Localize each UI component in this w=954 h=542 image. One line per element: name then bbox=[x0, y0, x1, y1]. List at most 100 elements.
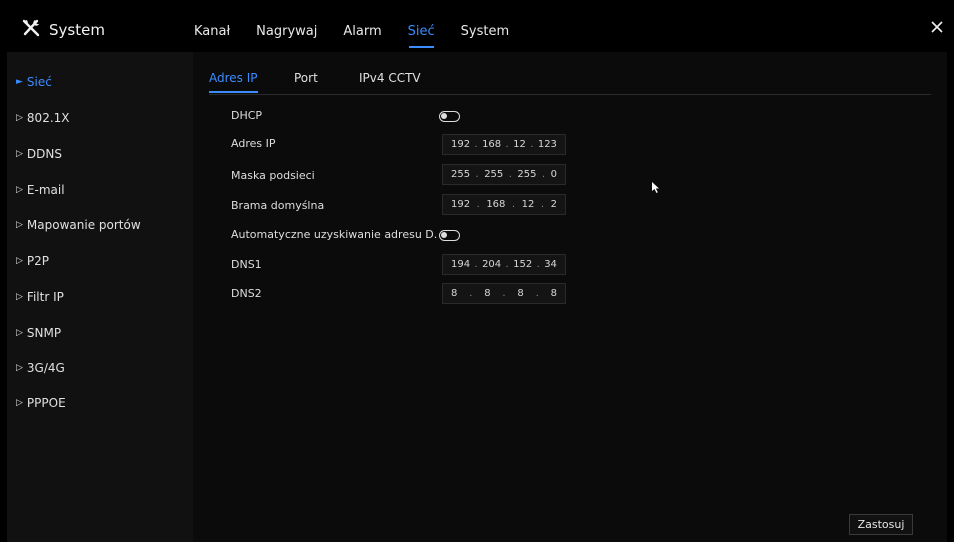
octet-dot: . bbox=[502, 288, 506, 299]
octet-1: 8 bbox=[451, 288, 458, 299]
sidebar-item-label: P2P bbox=[26, 254, 50, 268]
sidebar-item-label: SNMP bbox=[26, 326, 62, 340]
tab-kanal[interactable]: Kanał bbox=[194, 7, 230, 52]
octet-3: 12 bbox=[521, 199, 535, 210]
octet-2: 168 bbox=[482, 139, 502, 150]
mouse-cursor-icon bbox=[652, 178, 660, 197]
sidebar-item-p2p[interactable]: ▷ P2P bbox=[16, 251, 49, 271]
gateway-label: Brama domyślna bbox=[231, 199, 325, 212]
octet-4: 8 bbox=[550, 288, 557, 299]
octet-dot: . bbox=[475, 169, 479, 180]
triangle-right-icon: ▷ bbox=[16, 328, 23, 338]
octet-2: 255 bbox=[484, 169, 504, 180]
tab-system[interactable]: System bbox=[461, 7, 509, 52]
subnet-mask-label: Maska podsieci bbox=[231, 169, 315, 182]
octet-1: 192 bbox=[451, 199, 471, 210]
octet-3: 255 bbox=[517, 169, 537, 180]
octet-dot: . bbox=[541, 169, 546, 180]
sidebar-item-label: PPPOE bbox=[26, 396, 66, 410]
auto-dns-toggle[interactable] bbox=[439, 230, 460, 241]
octet-dot: . bbox=[474, 139, 478, 150]
apply-button[interactable]: Zastosuj bbox=[849, 514, 913, 535]
octet-1: 255 bbox=[451, 169, 471, 180]
sidebar-item-8021x[interactable]: ▷ 802.1X bbox=[16, 108, 70, 128]
toggle-knob bbox=[441, 113, 447, 119]
octet-dot: . bbox=[535, 288, 539, 299]
app-title: System bbox=[49, 21, 105, 39]
triangle-right-icon: ▷ bbox=[16, 292, 23, 302]
dns1-label: DNS1 bbox=[231, 258, 262, 271]
octet-3: 8 bbox=[517, 288, 524, 299]
triangle-right-icon: ▷ bbox=[16, 363, 23, 373]
sidebar-item-siec[interactable]: ► Sieć bbox=[16, 72, 52, 92]
subtab-bar: Adres IP Port IPv4 CCTV bbox=[209, 71, 931, 95]
octet-2: 204 bbox=[482, 259, 502, 270]
octet-4: 0 bbox=[550, 169, 557, 180]
triangle-right-icon: ▷ bbox=[16, 256, 23, 266]
sidebar-item-port-mapping[interactable]: ▷ Mapowanie portów bbox=[16, 215, 141, 235]
dhcp-toggle[interactable] bbox=[439, 111, 460, 122]
dns2-label: DNS2 bbox=[231, 287, 262, 300]
dns1-input[interactable]: 194. 204. 152. 34 bbox=[442, 254, 566, 275]
sidebar-item-snmp[interactable]: ▷ SNMP bbox=[16, 323, 61, 343]
tools-icon bbox=[21, 18, 41, 42]
octet-3: 152 bbox=[513, 259, 533, 270]
octet-4: 123 bbox=[537, 139, 557, 150]
close-icon bbox=[927, 21, 947, 41]
octet-dot: . bbox=[469, 288, 473, 299]
ip-address-input[interactable]: 192. 168. 12. 123 bbox=[442, 134, 566, 155]
octet-2: 168 bbox=[486, 199, 506, 210]
octet-1: 192 bbox=[451, 139, 471, 150]
octet-dot: . bbox=[505, 259, 509, 270]
triangle-right-icon: ▷ bbox=[16, 185, 23, 195]
octet-dot: . bbox=[508, 169, 512, 180]
toggle-knob bbox=[441, 232, 447, 238]
header-bar: System Kanał Nagrywaj Alarm Sieć System bbox=[7, 7, 947, 52]
octet-dot: . bbox=[530, 139, 534, 150]
top-navigation: Kanał Nagrywaj Alarm Sieć System bbox=[194, 7, 535, 52]
triangle-right-icon: ▷ bbox=[16, 220, 23, 230]
octet-dot: . bbox=[474, 259, 478, 270]
tab-alarm[interactable]: Alarm bbox=[343, 7, 381, 52]
sidebar-item-email[interactable]: ▷ E-mail bbox=[16, 180, 65, 200]
octet-3: 12 bbox=[513, 139, 526, 150]
octet-1: 194 bbox=[451, 259, 471, 270]
triangle-right-icon: ▷ bbox=[16, 149, 23, 159]
auto-dns-label: Automatyczne uzyskiwanie adresu D. bbox=[231, 228, 438, 241]
octet-dot: . bbox=[540, 199, 545, 210]
settings-window: System Kanał Nagrywaj Alarm Sieć System … bbox=[7, 7, 947, 542]
octet-2: 8 bbox=[484, 288, 491, 299]
sidebar-item-pppoe[interactable]: ▷ PPPOE bbox=[16, 393, 66, 413]
sidebar-item-ip-filter[interactable]: ▷ Filtr IP bbox=[16, 287, 64, 307]
sidebar-item-ddns[interactable]: ▷ DDNS bbox=[16, 144, 62, 164]
subtab-adres-ip[interactable]: Adres IP bbox=[209, 71, 258, 93]
sidebar-item-label: Mapowanie portów bbox=[26, 218, 141, 232]
triangle-right-icon: ▷ bbox=[16, 398, 23, 408]
subnet-mask-input[interactable]: 255. 255. 255. 0 bbox=[442, 164, 566, 185]
close-button[interactable] bbox=[927, 17, 947, 37]
dns2-input[interactable]: 8. 8. 8. 8 bbox=[442, 283, 566, 304]
ip-address-label: Adres IP bbox=[231, 137, 276, 150]
sidebar-item-3g4g[interactable]: ▷ 3G/4G bbox=[16, 358, 65, 378]
dhcp-label: DHCP bbox=[231, 109, 263, 122]
octet-dot: . bbox=[511, 199, 516, 210]
tab-siec[interactable]: Sieć bbox=[408, 7, 435, 52]
octet-4: 34 bbox=[544, 259, 557, 270]
octet-dot: . bbox=[505, 139, 509, 150]
sidebar: ► Sieć ▷ 802.1X ▷ DDNS ▷ E-mail ▷ Mapowa… bbox=[7, 52, 193, 542]
sidebar-item-label: 3G/4G bbox=[26, 361, 65, 375]
sidebar-item-label: E-mail bbox=[26, 183, 65, 197]
sidebar-item-label: Filtr IP bbox=[26, 290, 64, 304]
octet-dot: . bbox=[476, 199, 480, 210]
app-logo: System bbox=[21, 19, 105, 41]
sidebar-item-label: DDNS bbox=[26, 147, 62, 161]
sidebar-item-label: 802.1X bbox=[26, 111, 70, 125]
sidebar-item-label: Sieć bbox=[26, 75, 52, 89]
subtab-port[interactable]: Port bbox=[294, 71, 318, 85]
triangle-right-icon: ▷ bbox=[16, 113, 23, 123]
tab-nagrywaj[interactable]: Nagrywaj bbox=[256, 7, 317, 52]
triangle-right-filled-icon: ► bbox=[16, 77, 23, 87]
gateway-input[interactable]: 192. 168. 12. 2 bbox=[442, 194, 566, 215]
octet-4: 2 bbox=[550, 199, 557, 210]
subtab-ipv4-cctv[interactable]: IPv4 CCTV bbox=[359, 71, 421, 85]
